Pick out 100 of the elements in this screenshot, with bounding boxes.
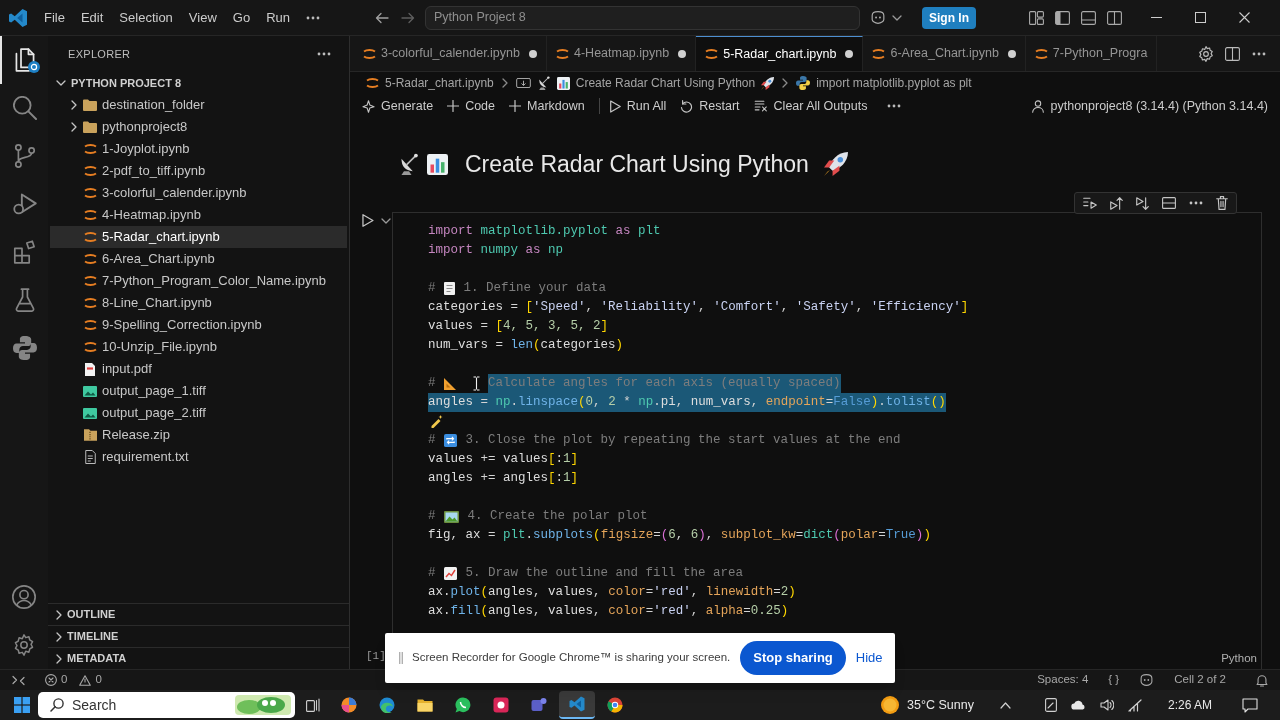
- play-down-icon[interactable]: [1136, 196, 1149, 210]
- menu-item[interactable]: Go: [224, 7, 259, 28]
- breadcrumb-item[interactable]: Create Radar Chart Using Python: [515, 74, 775, 92]
- section-header[interactable]: OUTLINE: [48, 603, 349, 625]
- chevron-up-icon[interactable]: [999, 701, 1011, 709]
- document-icon: [444, 282, 455, 295]
- network-icon[interactable]: [1127, 698, 1142, 712]
- tree-item[interactable]: output_page_1.tiff: [50, 380, 347, 402]
- status-item[interactable]: Spaces: 4: [1037, 671, 1089, 689]
- tree-item[interactable]: 5-Radar_chart.ipynb: [50, 226, 347, 248]
- add-cell-button[interactable]: Markdown: [509, 96, 585, 116]
- minimize-icon[interactable]: [1150, 17, 1162, 18]
- panel-toggle-icon[interactable]: [1081, 10, 1096, 25]
- menu-item[interactable]: Selection: [111, 7, 181, 28]
- editor-tab[interactable]: 5-Radar_chart.ipynb: [696, 36, 864, 71]
- tree-item[interactable]: 4-Heatmap.ipynb: [50, 204, 347, 226]
- section-header[interactable]: TIMELINE: [48, 625, 349, 647]
- tree-item[interactable]: 6-Area_Chart.ipynb: [50, 248, 347, 270]
- source-control-icon[interactable]: [13, 144, 37, 168]
- tree-item[interactable]: 9-Spelling_Correction.ipynb: [50, 314, 347, 336]
- gear-icon[interactable]: [1199, 45, 1213, 62]
- tree-item[interactable]: 7-Python_Program_Color_Name.ipynb: [50, 270, 347, 292]
- python-logo-icon[interactable]: [13, 336, 37, 360]
- tree-item[interactable]: output_page_2.tiff: [50, 402, 347, 424]
- play-bug-icon[interactable]: [13, 192, 37, 216]
- editor-tab[interactable]: 3-colorful_calender.ipynb: [354, 36, 547, 71]
- menu-item[interactable]: Run: [258, 7, 298, 28]
- sign-in-button[interactable]: Sign In: [922, 6, 976, 29]
- copilot-icon[interactable]: [870, 11, 886, 24]
- clear-outputs-button[interactable]: Clear All Outputs: [753, 96, 868, 116]
- menu-item[interactable]: View: [180, 7, 225, 28]
- play-up-icon[interactable]: [1110, 196, 1123, 210]
- lines-play-icon[interactable]: [1083, 197, 1097, 209]
- layout-icon[interactable]: [1029, 10, 1044, 25]
- split-cell-icon[interactable]: [1162, 197, 1176, 209]
- tree-item[interactable]: 1-Joyplot.ipynb: [50, 138, 347, 160]
- more-icon[interactable]: [1189, 201, 1203, 205]
- clock[interactable]: 2:26 AM: [1167, 696, 1212, 714]
- menu-item[interactable]: Edit: [72, 7, 112, 28]
- account-icon[interactable]: [12, 585, 36, 609]
- speaker-icon[interactable]: [1099, 699, 1114, 711]
- tree-item[interactable]: requirement.txt: [50, 446, 347, 468]
- hide-link[interactable]: Hide: [855, 648, 883, 668]
- trash-icon[interactable]: [1216, 196, 1228, 210]
- windows-logo-icon[interactable]: [14, 697, 30, 713]
- tree-item[interactable]: Release.zip: [50, 424, 347, 446]
- tree-item[interactable]: input.pdf: [50, 358, 347, 380]
- weather-button[interactable]: 35°C Sunny: [881, 695, 974, 715]
- search-icon[interactable]: [13, 96, 37, 120]
- split-editor-icon[interactable]: [1225, 46, 1240, 61]
- tablet-icon[interactable]: [1044, 698, 1057, 712]
- chevron-down-icon[interactable]: [892, 14, 902, 21]
- kernel-picker[interactable]: pythonproject8 (3.14.4) (Python 3.14.4): [1031, 96, 1280, 116]
- menu-item[interactable]: File: [36, 7, 73, 28]
- editor-tab[interactable]: 7-Python_Progra: [1025, 36, 1158, 71]
- remote-icon[interactable]: [12, 674, 25, 686]
- generate-button[interactable]: Generate: [362, 96, 434, 116]
- tree-item[interactable]: PYTHON PROJECT 8: [48, 72, 349, 94]
- task-view-icon[interactable]: [306, 698, 320, 712]
- breadcrumb-item[interactable]: import matplotlib.pyplot as plt: [796, 74, 972, 92]
- stop-sharing-button[interactable]: Stop sharing: [740, 641, 846, 675]
- more-icon[interactable]: [1252, 51, 1266, 56]
- chevron-down-icon[interactable]: [381, 217, 391, 224]
- cloud-icon[interactable]: [1070, 700, 1086, 710]
- tree-item[interactable]: 8-Line_Chart.ipynb: [50, 292, 347, 314]
- split-layout-icon[interactable]: [1107, 10, 1122, 25]
- sidebar-toggle-icon[interactable]: [1055, 10, 1070, 25]
- more-icon[interactable]: [887, 104, 902, 108]
- add-cell-button[interactable]: Code: [447, 96, 495, 116]
- bell-icon[interactable]: [1256, 673, 1268, 687]
- app-logo-icon[interactable]: [9, 8, 27, 27]
- restart-button[interactable]: Restart: [680, 96, 740, 116]
- copilot-icon[interactable]: [1139, 674, 1155, 686]
- more-icon[interactable]: [306, 15, 320, 20]
- tree-item[interactable]: pythonproject8: [50, 116, 347, 138]
- arrow-right-icon[interactable]: [401, 11, 415, 24]
- tree-item[interactable]: 10-Unzip_File.ipynb: [50, 336, 347, 358]
- cell-language[interactable]: Python: [1221, 649, 1257, 668]
- more-icon[interactable]: [317, 52, 331, 56]
- command-center[interactable]: Python Project 8: [425, 5, 860, 30]
- maximize-icon[interactable]: [1194, 12, 1206, 23]
- arrow-left-icon[interactable]: [375, 11, 389, 24]
- editor-tab[interactable]: 6-Area_Chart.ipynb: [863, 36, 1026, 71]
- extensions-icon[interactable]: [13, 240, 37, 264]
- run-all-button[interactable]: Run All: [609, 96, 667, 116]
- close-icon[interactable]: [1238, 12, 1250, 23]
- run-cell-icon[interactable]: [362, 214, 374, 227]
- cell-position[interactable]: Cell 2 of 2: [1174, 671, 1226, 689]
- flask-icon[interactable]: [13, 288, 37, 312]
- selected-code: Calculate angles for each axis (equally spaced): [488, 374, 841, 393]
- tree-item[interactable]: destination_folder: [50, 94, 347, 116]
- settings-icon[interactable]: [13, 634, 35, 656]
- files-icon[interactable]: [13, 48, 37, 72]
- notification-icon[interactable]: [1242, 697, 1258, 713]
- status-item[interactable]: { }: [1108, 671, 1120, 689]
- problems-button[interactable]: 0 0: [45, 671, 102, 689]
- breadcrumb-item[interactable]: 5-Radar_chart.ipynb: [366, 74, 494, 92]
- tree-item[interactable]: 2-pdf_to_tiff.ipynb: [50, 160, 347, 182]
- code-text: #: [428, 432, 437, 450]
- tree-item[interactable]: 3-colorful_calender.ipynb: [50, 182, 347, 204]
